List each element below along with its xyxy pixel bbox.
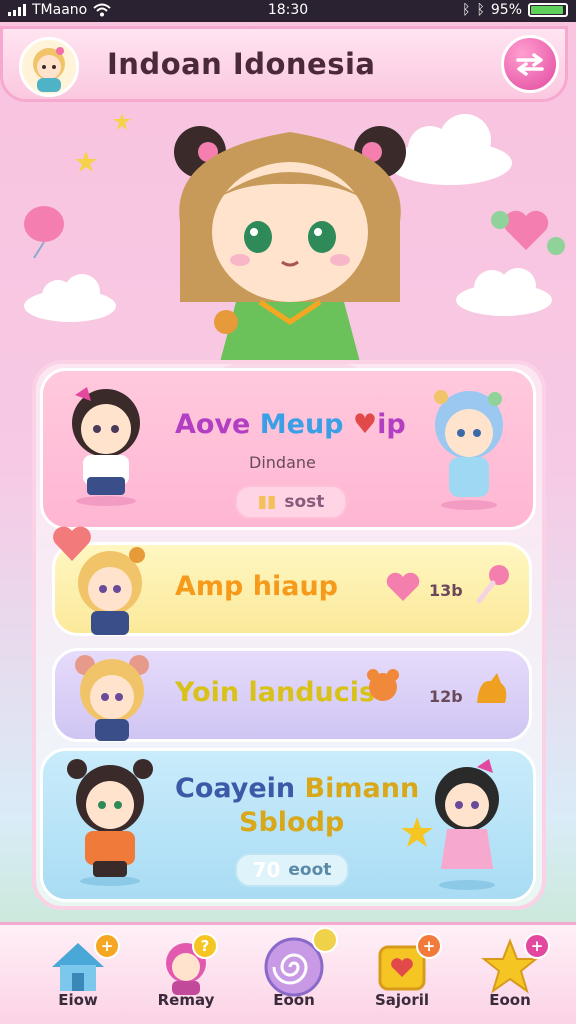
page-title: Indoan Idonesia xyxy=(107,47,376,81)
battery-fill xyxy=(531,6,564,14)
card-title: Aove Meup ♥ip xyxy=(175,409,406,440)
nav-item-eoon[interactable]: Eoon xyxy=(244,927,344,1023)
heart-icon xyxy=(386,572,420,601)
character-orange-shirt-icon xyxy=(67,759,153,886)
bear-face-icon xyxy=(367,669,399,701)
lollipop-icon xyxy=(476,565,509,604)
swap-arrows-icon xyxy=(516,53,544,76)
character-card-1[interactable]: Aove Meup ♥ip Dindane ▮▮ sost xyxy=(40,368,536,530)
avatar-girl-icon xyxy=(33,47,65,92)
profile-avatar[interactable] xyxy=(19,37,79,97)
heart-balloon-icon xyxy=(491,210,565,255)
heart-balloon-icon xyxy=(53,526,91,561)
nav-item-remay[interactable]: ? Remay xyxy=(136,933,236,1023)
status-bar: TMaano 18:30 ᛒ ᛒ 95% xyxy=(0,0,576,22)
swap-button[interactable] xyxy=(501,35,559,93)
character-blue-hair-icon xyxy=(434,390,503,510)
card-count: 12b xyxy=(429,687,463,706)
nav-badge: + xyxy=(94,933,120,959)
battery-icon xyxy=(528,3,568,17)
star-icon xyxy=(113,113,131,130)
cost-label: sost xyxy=(284,492,325,512)
nav-item-eoon-2[interactable]: + Eoon xyxy=(460,933,560,1023)
cost-pill[interactable]: ▮▮ sost xyxy=(235,485,347,519)
balloon-icon xyxy=(24,206,64,259)
hero-character xyxy=(174,126,406,386)
card-title: Yoin landucis xyxy=(175,677,376,708)
character-card-3[interactable]: Yoin landucis 12b xyxy=(52,648,532,742)
nav-label: Sajoril xyxy=(374,991,430,1009)
character-card-2[interactable]: Amp hiaup 13b xyxy=(52,526,532,636)
bluetooth-icon: ᛒ xyxy=(462,2,471,18)
card-title: Amp hiaup xyxy=(175,571,339,602)
character-bear-ears-icon xyxy=(75,655,149,741)
nav-badge xyxy=(312,927,338,953)
star-icon xyxy=(75,151,97,172)
heart-face-icon: ♥ xyxy=(352,409,378,440)
character-pink-dress-icon xyxy=(435,759,499,890)
cost-pill[interactable]: 70 eoot xyxy=(235,853,349,887)
character-card-4[interactable]: Coayein Bimann Sblodp 70 eoot xyxy=(40,748,536,902)
card-subtitle: Sblodp xyxy=(239,807,345,838)
nav-label: Eoon xyxy=(489,991,531,1009)
nav-label: Eiow xyxy=(58,991,98,1009)
cloud-icon xyxy=(456,268,552,316)
battery-percent: 95% xyxy=(490,2,522,18)
cost-value: 70 xyxy=(252,858,281,882)
header-bar: Indoan Idonesia xyxy=(0,26,568,102)
nav-badge: ? xyxy=(192,933,218,959)
bottom-nav: + Eiow ? Remay Eoon + Sajoril + Eoon xyxy=(0,922,576,1024)
character-dark-hair-icon xyxy=(72,387,140,506)
nav-item-eiow[interactable]: + Eiow xyxy=(28,933,128,1023)
cat-icon xyxy=(477,673,507,703)
nav-label: Eoon xyxy=(273,991,315,1009)
status-right: ᛒ ᛒ 95% xyxy=(462,2,568,18)
bluetooth-icon-2: ᛒ xyxy=(476,2,485,18)
nav-item-sajoril[interactable]: + Sajoril xyxy=(352,933,452,1023)
cloud-icon xyxy=(24,274,116,322)
nav-label: Remay xyxy=(157,991,215,1009)
coin-icon: ▮▮ xyxy=(257,492,277,512)
card-subtitle: Dindane xyxy=(249,453,316,472)
nav-badge: + xyxy=(416,933,442,959)
card-title: Coayein Bimann xyxy=(175,773,420,804)
nav-badge: + xyxy=(524,933,550,959)
card-count: 13b xyxy=(429,581,463,600)
cost-label: eoot xyxy=(288,860,332,880)
